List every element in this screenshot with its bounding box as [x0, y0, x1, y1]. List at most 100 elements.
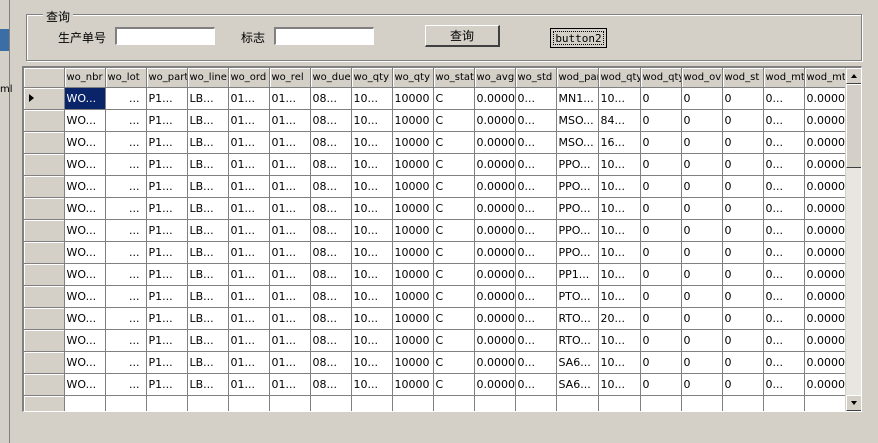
- grid-cell[interactable]: 0: [722, 263, 764, 286]
- grid-cell[interactable]: 10000: [392, 263, 434, 286]
- grid-cell[interactable]: 01...: [228, 285, 270, 308]
- grid-cell[interactable]: P1...: [146, 307, 188, 330]
- table-row[interactable]: WO...... P1... LB... 01... 01... 08... 10... 10…: [24, 153, 846, 176]
- grid-cell[interactable]: 01...: [269, 175, 311, 198]
- table-row[interactable]: WO...... P1... LB... 01... 01... 08... 10... 10…: [24, 241, 846, 264]
- grid-cell[interactable]: 10...: [598, 329, 641, 352]
- grid-cell[interactable]: P1...: [146, 109, 188, 132]
- column-header[interactable]: wo_nbr: [64, 68, 106, 88]
- grid-cell[interactable]: WO...: [64, 285, 106, 308]
- table-row[interactable]: WO...... P1... LB... 01... 01... 08... 10... 10…: [24, 109, 846, 132]
- grid-cell[interactable]: 08...: [310, 109, 352, 132]
- grid-cell[interactable]: 0: [722, 109, 764, 132]
- grid-cell[interactable]: 0: [722, 241, 764, 264]
- grid-cell[interactable]: [598, 395, 641, 411]
- grid-cell[interactable]: WO...: [64, 241, 106, 264]
- grid-cell[interactable]: 0: [722, 219, 764, 242]
- grid-cell[interactable]: 0: [681, 351, 723, 374]
- grid-cell[interactable]: 0: [640, 219, 682, 242]
- grid-cell[interactable]: 0: [640, 241, 682, 264]
- grid-cell[interactable]: ...: [105, 175, 147, 198]
- grid-cell[interactable]: 10...: [351, 109, 393, 132]
- grid-cell[interactable]: 0.0000: [474, 87, 516, 110]
- grid-cell[interactable]: C: [433, 263, 475, 286]
- grid-cell[interactable]: 10000: [392, 285, 434, 308]
- row-header[interactable]: [24, 131, 65, 154]
- grid-cell[interactable]: WO...: [64, 175, 106, 198]
- grid-cell[interactable]: 0.0000: [804, 307, 846, 330]
- grid-cell[interactable]: 0.0000: [804, 131, 846, 154]
- grid-cell[interactable]: 01...: [269, 263, 311, 286]
- grid-cell[interactable]: ...: [105, 373, 147, 396]
- grid-cell[interactable]: LB...: [187, 109, 229, 132]
- grid-cell[interactable]: LB...: [187, 241, 229, 264]
- grid-cell[interactable]: 0: [640, 175, 682, 198]
- grid-cell[interactable]: 0...: [763, 351, 805, 374]
- grid-cell[interactable]: 10000: [392, 307, 434, 330]
- grid-cell[interactable]: C: [433, 329, 475, 352]
- grid-cell[interactable]: 0: [681, 285, 723, 308]
- grid-cell[interactable]: 0: [640, 153, 682, 176]
- grid-cell[interactable]: WO...: [64, 373, 106, 396]
- grid-cell[interactable]: WO...: [64, 87, 106, 110]
- grid-cell[interactable]: LB...: [187, 329, 229, 352]
- grid-cell[interactable]: C: [433, 219, 475, 242]
- grid-cell[interactable]: 0: [681, 87, 723, 110]
- grid-cell[interactable]: 0: [681, 241, 723, 264]
- table-row[interactable]: WO...... P1... LB... 01... 01... 08... 10... 10…: [24, 263, 846, 286]
- grid-cell[interactable]: 0...: [515, 175, 557, 198]
- grid-cell[interactable]: 10...: [598, 197, 641, 220]
- grid-cell[interactable]: 0: [640, 285, 682, 308]
- column-header[interactable]: wo_std: [515, 68, 557, 88]
- grid-cell[interactable]: [187, 395, 229, 411]
- grid-cell[interactable]: 08...: [310, 263, 352, 286]
- grid-cell[interactable]: LB...: [187, 153, 229, 176]
- grid-cell[interactable]: 01...: [228, 87, 270, 110]
- grid-cell[interactable]: 0...: [515, 87, 557, 110]
- grid-cell[interactable]: 0: [640, 263, 682, 286]
- grid-cell[interactable]: 0: [681, 131, 723, 154]
- grid-cell[interactable]: 0...: [515, 131, 557, 154]
- grid-cell[interactable]: WO...: [64, 153, 106, 176]
- column-header[interactable]: wod_qty: [640, 68, 682, 88]
- grid-cell[interactable]: C: [433, 197, 475, 220]
- grid-cell[interactable]: [146, 395, 188, 411]
- grid-cell[interactable]: 08...: [310, 153, 352, 176]
- grid-cell[interactable]: 0.0000: [804, 219, 846, 242]
- column-header[interactable]: wo_lot: [105, 68, 147, 88]
- grid-cell[interactable]: [474, 395, 516, 411]
- grid-cell[interactable]: ...: [105, 197, 147, 220]
- table-row[interactable]: WO...... P1... LB... 01... 01... 08... 10... 10…: [24, 351, 846, 374]
- grid-cell[interactable]: C: [433, 307, 475, 330]
- row-header[interactable]: [24, 87, 65, 110]
- grid-cell[interactable]: 16...: [598, 131, 641, 154]
- table-row[interactable]: WO...... P1... LB... 01... 01... 08... 10... 10…: [24, 307, 846, 330]
- grid-cell[interactable]: 0: [722, 87, 764, 110]
- grid-cell[interactable]: MN1...: [556, 87, 599, 110]
- grid-cell[interactable]: 01...: [228, 241, 270, 264]
- grid-cell[interactable]: 0: [681, 329, 723, 352]
- grid-cell[interactable]: P1...: [146, 197, 188, 220]
- table-row[interactable]: WO...... P1... LB... 01... 01... 08... 10... 10…: [24, 131, 846, 154]
- grid-cell[interactable]: 01...: [269, 373, 311, 396]
- row-header[interactable]: [24, 373, 65, 396]
- grid-cell[interactable]: 10...: [598, 263, 641, 286]
- grid-cell[interactable]: C: [433, 285, 475, 308]
- grid-cell[interactable]: 20...: [598, 307, 641, 330]
- grid-cell[interactable]: 0: [681, 197, 723, 220]
- grid-cell[interactable]: 0...: [763, 197, 805, 220]
- grid-cell[interactable]: 10...: [351, 153, 393, 176]
- grid-cell[interactable]: 0: [640, 373, 682, 396]
- grid-cell[interactable]: [351, 395, 393, 411]
- grid-cell[interactable]: 01...: [228, 307, 270, 330]
- grid-cell[interactable]: 10...: [351, 87, 393, 110]
- grid-cell[interactable]: 10...: [351, 219, 393, 242]
- grid-cell[interactable]: SA6...: [556, 351, 599, 374]
- grid-cell[interactable]: 0.0000: [804, 153, 846, 176]
- grid-cell[interactable]: [433, 395, 475, 411]
- table-row[interactable]: WO...... P1... LB... 01... 01... 08... 10... 10…: [24, 175, 846, 198]
- grid-cell[interactable]: 10...: [351, 285, 393, 308]
- row-header[interactable]: [24, 263, 65, 286]
- grid-cell[interactable]: 0: [722, 131, 764, 154]
- query-button[interactable]: 查询: [425, 25, 500, 47]
